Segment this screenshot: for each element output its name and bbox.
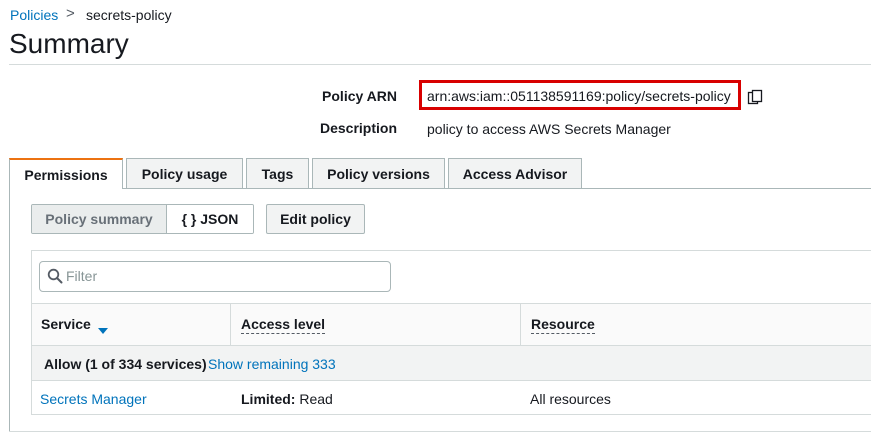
panel-border (9, 188, 10, 432)
breadcrumb-separator: > (66, 5, 75, 22)
panel-bottom-border (9, 431, 871, 432)
json-toggle[interactable]: { } JSON (167, 205, 253, 233)
column-divider (520, 303, 521, 346)
column-header-resource[interactable]: Resource (531, 316, 595, 334)
breadcrumb-current: secrets-policy (86, 7, 172, 23)
filter-input[interactable] (66, 264, 384, 288)
tab-policy-versions[interactable]: Policy versions (312, 158, 445, 188)
show-remaining-link[interactable]: Show remaining 333 (208, 356, 336, 372)
search-icon (47, 268, 63, 284)
page-title: Summary (9, 28, 129, 59)
tab-tags[interactable]: Tags (246, 158, 309, 188)
description-label: Description (319, 120, 397, 136)
column-header-access-level[interactable]: Access level (241, 316, 326, 334)
title-divider (9, 64, 871, 65)
tab-policy-usage[interactable]: Policy usage (126, 158, 243, 188)
tab-permissions[interactable]: Permissions (9, 158, 123, 189)
access-level-rest: Read (295, 391, 333, 407)
table-header (32, 303, 871, 346)
view-toggle: Policy summary { } JSON (31, 204, 254, 234)
copy-icon[interactable] (747, 89, 763, 105)
breadcrumb-policies-link[interactable]: Policies (10, 7, 58, 23)
column-divider (230, 303, 231, 346)
column-header-service[interactable]: Service (41, 316, 91, 332)
edit-policy-button[interactable]: Edit policy (266, 204, 365, 234)
service-secrets-manager-link[interactable]: Secrets Manager (40, 391, 147, 407)
tab-strip-divider (9, 188, 871, 189)
policy-arn-value: arn:aws:iam::051138591169:policy/secrets… (427, 88, 731, 104)
access-level-cell: Limited: Read (241, 391, 333, 407)
resource-cell: All resources (530, 391, 611, 407)
description-value: policy to access AWS Secrets Manager (427, 121, 671, 137)
tab-access-advisor[interactable]: Access Advisor (448, 158, 582, 188)
policy-summary-toggle[interactable]: Policy summary (32, 205, 167, 233)
allow-group-label: Allow (1 of 334 services) (44, 356, 207, 372)
sort-descending-icon[interactable] (98, 321, 108, 334)
policy-arn-label: Policy ARN (322, 88, 397, 104)
access-level-bold: Limited: (241, 391, 296, 407)
